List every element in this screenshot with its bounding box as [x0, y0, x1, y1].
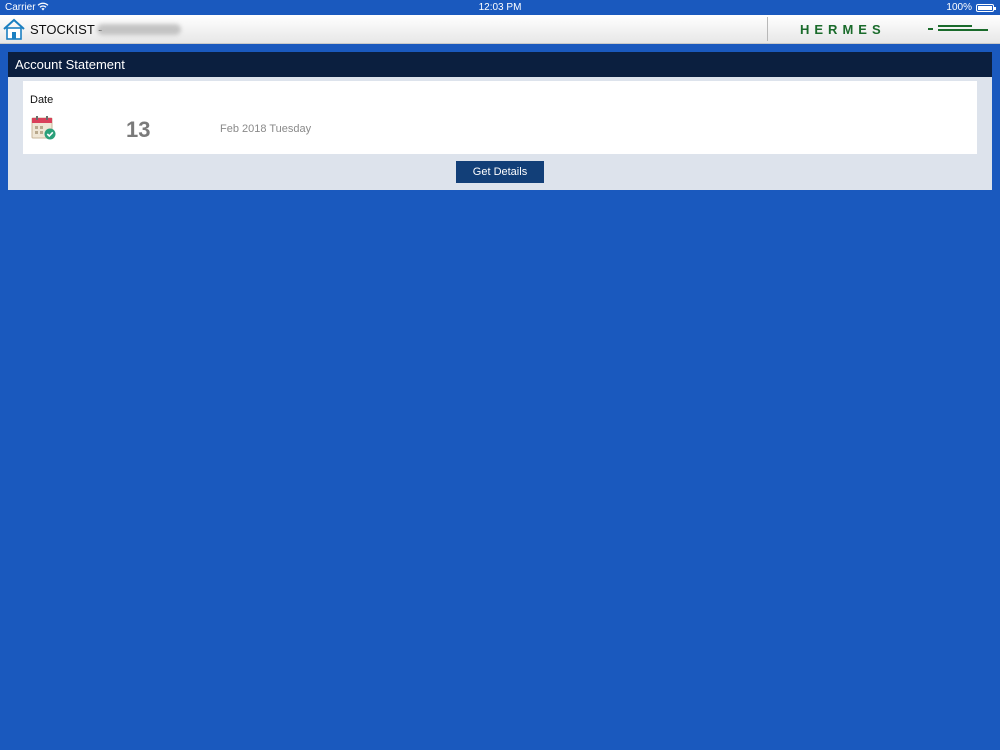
svg-text:HERMES: HERMES — [800, 22, 886, 37]
stockist-title: STOCKIST - — [30, 22, 103, 37]
date-label: Date — [30, 94, 54, 106]
hermes-logo: HERMES — [800, 22, 988, 37]
battery-percentage: 100% — [946, 2, 972, 13]
account-statement-panel: Account Statement Date 13 Feb 2018 Tuesd… — [8, 52, 992, 190]
battery-status: 100% — [946, 2, 996, 13]
clock-label: 12:03 PM — [478, 2, 522, 13]
get-details-button[interactable]: Get Details — [456, 161, 544, 183]
nav-divider — [767, 17, 768, 41]
redacted-stockist-id — [97, 24, 181, 35]
calendar-icon[interactable] — [31, 115, 57, 141]
home-icon[interactable] — [2, 17, 26, 41]
navigation-bar: STOCKIST - HERMES — [0, 15, 1000, 44]
selected-month-year-weekday[interactable]: Feb 2018 Tuesday — [220, 123, 311, 135]
battery-icon — [976, 3, 996, 12]
selected-day[interactable]: 13 — [126, 117, 150, 143]
date-card: Date 13 Feb 2018 Tuesday — [23, 81, 977, 154]
status-bar: Carrier 12:03 PM 100% — [0, 0, 1000, 15]
panel-title: Account Statement — [8, 52, 992, 77]
